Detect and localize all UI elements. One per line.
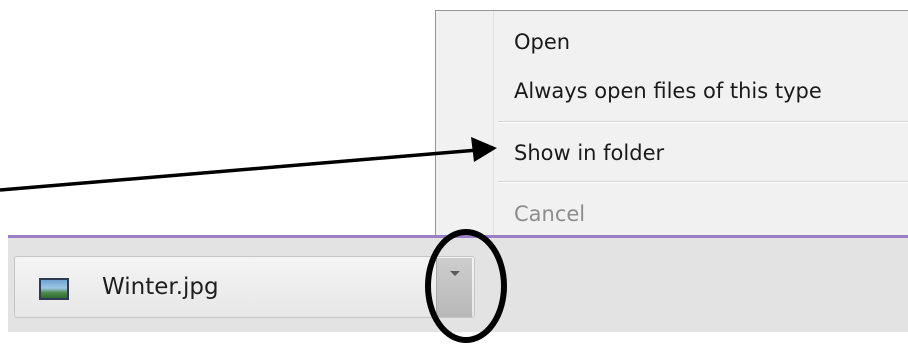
- menu-item-always-open[interactable]: Always open files of this type: [514, 75, 822, 107]
- download-item[interactable]: Winter.jpg: [14, 256, 475, 318]
- menu-item-show-in-folder[interactable]: Show in folder: [514, 137, 664, 169]
- menu-icon-gutter: [436, 11, 494, 238]
- download-file-name[interactable]: Winter.jpg: [102, 271, 219, 303]
- caret-down-icon: [450, 271, 460, 276]
- screenshot-stage: Open Always open files of this type Show…: [0, 0, 908, 345]
- image-file-icon: [39, 278, 69, 300]
- menu-separator: [498, 121, 908, 123]
- download-dropdown-button[interactable]: [436, 258, 472, 317]
- download-shelf: Winter.jpg: [8, 235, 908, 332]
- menu-item-open[interactable]: Open: [514, 26, 570, 58]
- menu-separator: [498, 181, 908, 183]
- download-context-menu: Open Always open files of this type Show…: [435, 10, 908, 239]
- annotation-arrow-shaft: [0, 148, 479, 192]
- menu-item-cancel: Cancel: [514, 202, 586, 226]
